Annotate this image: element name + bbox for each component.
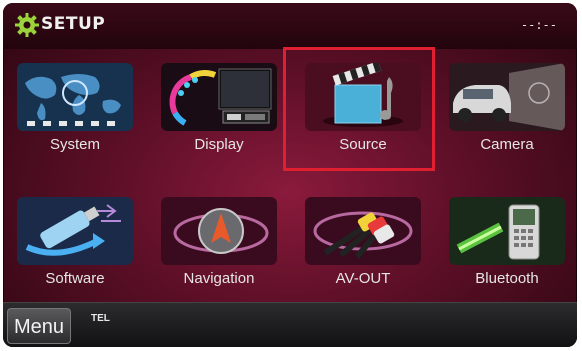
gear-icon	[15, 13, 39, 37]
tile-label: Navigation	[183, 270, 255, 287]
tile-navigation[interactable]: Navigation	[155, 193, 283, 289]
tile-label: Software	[45, 270, 105, 287]
tile-label: Camera	[480, 136, 534, 153]
tile-label: System	[49, 136, 100, 153]
compass-icon	[161, 197, 277, 265]
tile-camera[interactable]: Camera	[443, 59, 571, 155]
tile-label: Bluetooth	[475, 270, 539, 287]
tile-bluetooth[interactable]: Bluetooth	[443, 193, 571, 289]
bluetooth-phone-icon	[449, 197, 565, 265]
setup-screen: SETUP --:-- System Display Source Camera…	[3, 3, 577, 347]
tel-indicator: TEL	[91, 313, 110, 324]
tile-system[interactable]: System	[11, 59, 139, 155]
menu-button[interactable]: Menu	[7, 308, 71, 344]
tile-display[interactable]: Display	[155, 59, 283, 155]
tile-software[interactable]: Software	[11, 193, 139, 289]
tile-av-out[interactable]: AV-OUT	[299, 193, 427, 289]
title-bar: SETUP --:--	[3, 3, 577, 49]
tile-label: AV-OUT	[335, 270, 391, 287]
page-title: SETUP	[41, 14, 106, 34]
selection-highlight	[283, 47, 435, 171]
tile-label: Display	[194, 136, 244, 153]
world-map-icon	[17, 63, 133, 131]
car-camera-icon	[449, 63, 565, 131]
bottom-bar: Menu TEL	[3, 302, 577, 347]
clock-display: --:--	[520, 18, 557, 32]
display-icon	[161, 63, 277, 131]
av-cable-icon	[305, 197, 421, 265]
usb-icon	[17, 197, 133, 265]
